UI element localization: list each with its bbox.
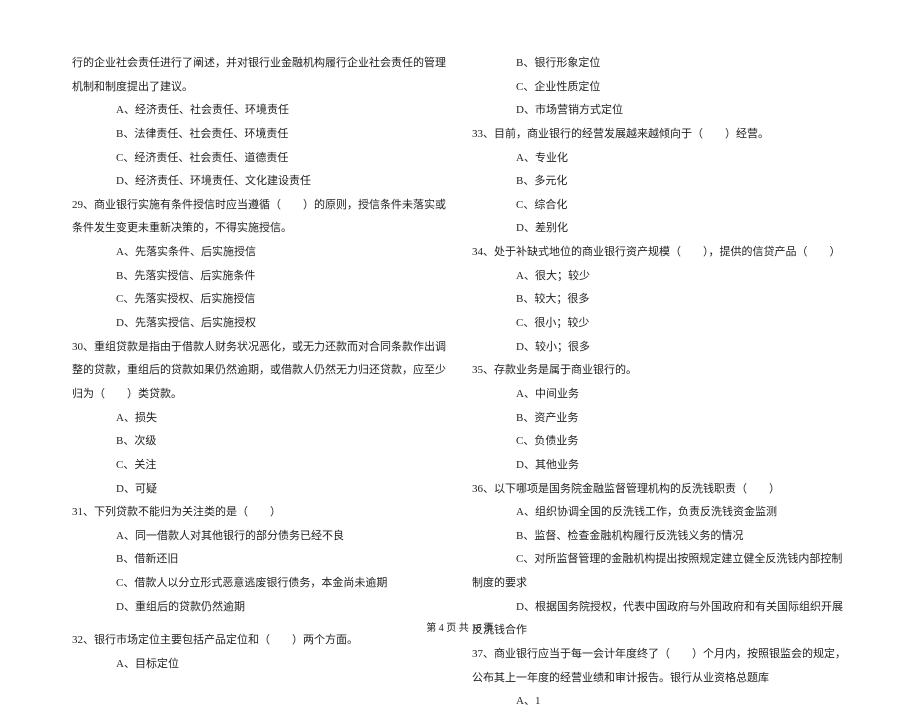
q36-opt-a: A、组织协调全国的反洗钱工作，负责反洗钱资金监测 [472, 501, 848, 525]
q36-opt-c: C、对所监督管理的金融机构提出按照规定建立健全反洗钱内部控制制度的要求 [472, 548, 848, 595]
q35-stem: 35、存款业务是属于商业银行的。 [472, 359, 848, 383]
q37-stem: 37、商业银行应当于每一会计年度终了（ ）个月内，按照银监会的规定，公布其上一年… [472, 643, 848, 690]
q31-opt-c: C、借款人以分立形式恶意逃废银行债务，本金尚未逾期 [72, 572, 448, 596]
q34-stem: 34、处于补缺式地位的商业银行资产规模（ ），提供的信贷产品（ ） [472, 241, 848, 265]
q35-opt-c: C、负债业务 [472, 430, 848, 454]
q34-opt-c: C、很小；较少 [472, 312, 848, 336]
q32-opt-c: C、企业性质定位 [472, 76, 848, 100]
q30-opt-b: B、次级 [72, 430, 448, 454]
q32-opt-a: A、目标定位 [72, 653, 448, 677]
q35-opt-b: B、资产业务 [472, 407, 848, 431]
q28-intro: 行的企业社会责任进行了阐述，并对银行业金融机构履行企业社会责任的管理机制和制度提… [72, 52, 448, 99]
q36-opt-b: B、监督、检查金融机构履行反洗钱义务的情况 [472, 525, 848, 549]
q29-opt-d: D、先落实授信、后实施授权 [72, 312, 448, 336]
q33-opt-d: D、差别化 [472, 217, 848, 241]
q33-opt-a: A、专业化 [472, 147, 848, 171]
q28-opt-d: D、经济责任、环境责任、文化建设责任 [72, 170, 448, 194]
q29-stem: 29、商业银行实施有条件授信时应当遵循（ ）的原则，授信条件未落实或条件发生变更… [72, 194, 448, 241]
right-column: B、银行形象定位 C、企业性质定位 D、市场营销方式定位 33、目前，商业银行的… [472, 52, 848, 604]
q35-opt-a: A、中间业务 [472, 383, 848, 407]
q29-opt-a: A、先落实条件、后实施授信 [72, 241, 448, 265]
q37-opt-a: A、1 [472, 690, 848, 714]
q31-opt-d: D、重组后的贷款仍然逾期 [72, 596, 448, 620]
q30-opt-d: D、可疑 [72, 478, 448, 502]
q32-opt-b: B、银行形象定位 [472, 52, 848, 76]
q33-opt-c: C、综合化 [472, 194, 848, 218]
q31-opt-a: A、同一借款人对其他银行的部分债务已经不良 [72, 525, 448, 549]
q29-opt-c: C、先落实授权、后实施授信 [72, 288, 448, 312]
q31-stem: 31、下列贷款不能归为关注类的是（ ） [72, 501, 448, 525]
q35-opt-d: D、其他业务 [472, 454, 848, 478]
q32-opt-d: D、市场营销方式定位 [472, 99, 848, 123]
left-column: 行的企业社会责任进行了阐述，并对银行业金融机构履行企业社会责任的管理机制和制度提… [72, 52, 448, 604]
document-body: 行的企业社会责任进行了阐述，并对银行业金融机构履行企业社会责任的管理机制和制度提… [72, 52, 848, 604]
page-footer: 第 4 页 共 18 页 [0, 619, 920, 634]
q29-opt-b: B、先落实授信、后实施条件 [72, 265, 448, 289]
q30-opt-c: C、关注 [72, 454, 448, 478]
q36-stem: 36、以下哪项是国务院金融监督管理机构的反洗钱职责（ ） [472, 478, 848, 502]
q28-opt-c: C、经济责任、社会责任、道德责任 [72, 147, 448, 171]
q31-opt-b: B、借新还旧 [72, 548, 448, 572]
q34-opt-d: D、较小；很多 [472, 336, 848, 360]
q34-opt-b: B、较大；很多 [472, 288, 848, 312]
q30-opt-a: A、损失 [72, 407, 448, 431]
q30-stem: 30、重组贷款是指由于借款人财务状况恶化，或无力还款而对合同条款作出调整的贷款，… [72, 336, 448, 407]
q33-stem: 33、目前，商业银行的经营发展越来越倾向于（ ）经营。 [472, 123, 848, 147]
q28-opt-b: B、法律责任、社会责任、环境责任 [72, 123, 448, 147]
q34-opt-a: A、很大；较少 [472, 265, 848, 289]
q28-opt-a: A、经济责任、社会责任、环境责任 [72, 99, 448, 123]
q33-opt-b: B、多元化 [472, 170, 848, 194]
